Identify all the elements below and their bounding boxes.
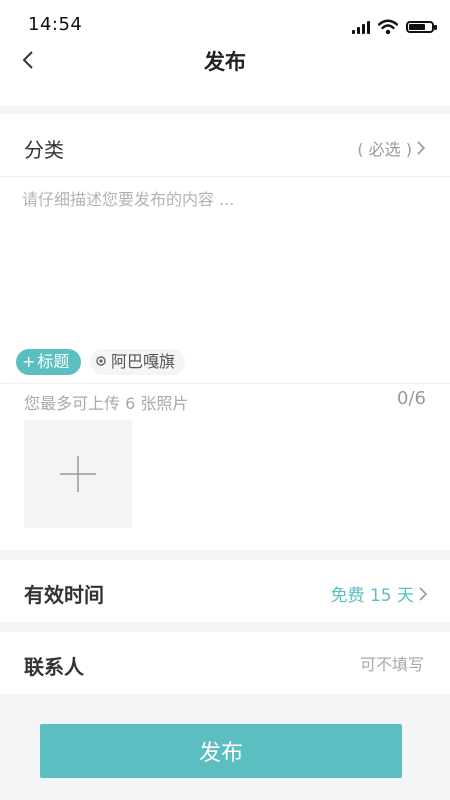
submit-button[interactable]: 发布 [40, 724, 402, 778]
chevron-right-icon [419, 586, 428, 601]
status-time: 14:54 [28, 14, 83, 35]
divider [0, 383, 450, 384]
add-title-tag[interactable]: + 标题 [16, 349, 82, 375]
upload-hint: 您最多可上传 6 张照片 [24, 394, 189, 413]
plus-icon: + [22, 352, 36, 371]
add-photo-button[interactable] [24, 420, 132, 528]
category-row[interactable]: 分类 ( 必选 ) [0, 114, 450, 177]
location-pin-icon [96, 356, 106, 366]
location-tag-label: 阿巴嘎旗 [111, 352, 176, 371]
wifi-icon [378, 19, 398, 35]
description-input[interactable] [22, 186, 426, 336]
category-hint: ( 必选 ) [357, 136, 426, 160]
category-hint-text: ( 必选 ) [357, 140, 412, 159]
category-label: 分类 [24, 138, 64, 162]
page-title: 发布 [204, 50, 246, 74]
plus-icon [60, 456, 96, 492]
location-tag[interactable]: 阿巴嘎旗 [90, 349, 186, 375]
contact-row: 联系人 [0, 632, 450, 694]
status-icons [352, 16, 437, 38]
chevron-right-icon [417, 141, 426, 155]
battery-icon [406, 21, 437, 33]
upload-count: 0/6 [397, 388, 426, 409]
contact-label: 联系人 [24, 655, 84, 679]
contact-input[interactable] [182, 650, 426, 678]
signal-icon [352, 20, 370, 34]
validity-label: 有效时间 [24, 583, 104, 607]
validity-value: 免费 15 天 [331, 581, 428, 606]
validity-value-text: 免费 15 天 [330, 586, 414, 606]
validity-row[interactable]: 有效时间 免费 15 天 [0, 560, 450, 622]
title-tag-label: 标题 [37, 352, 70, 371]
